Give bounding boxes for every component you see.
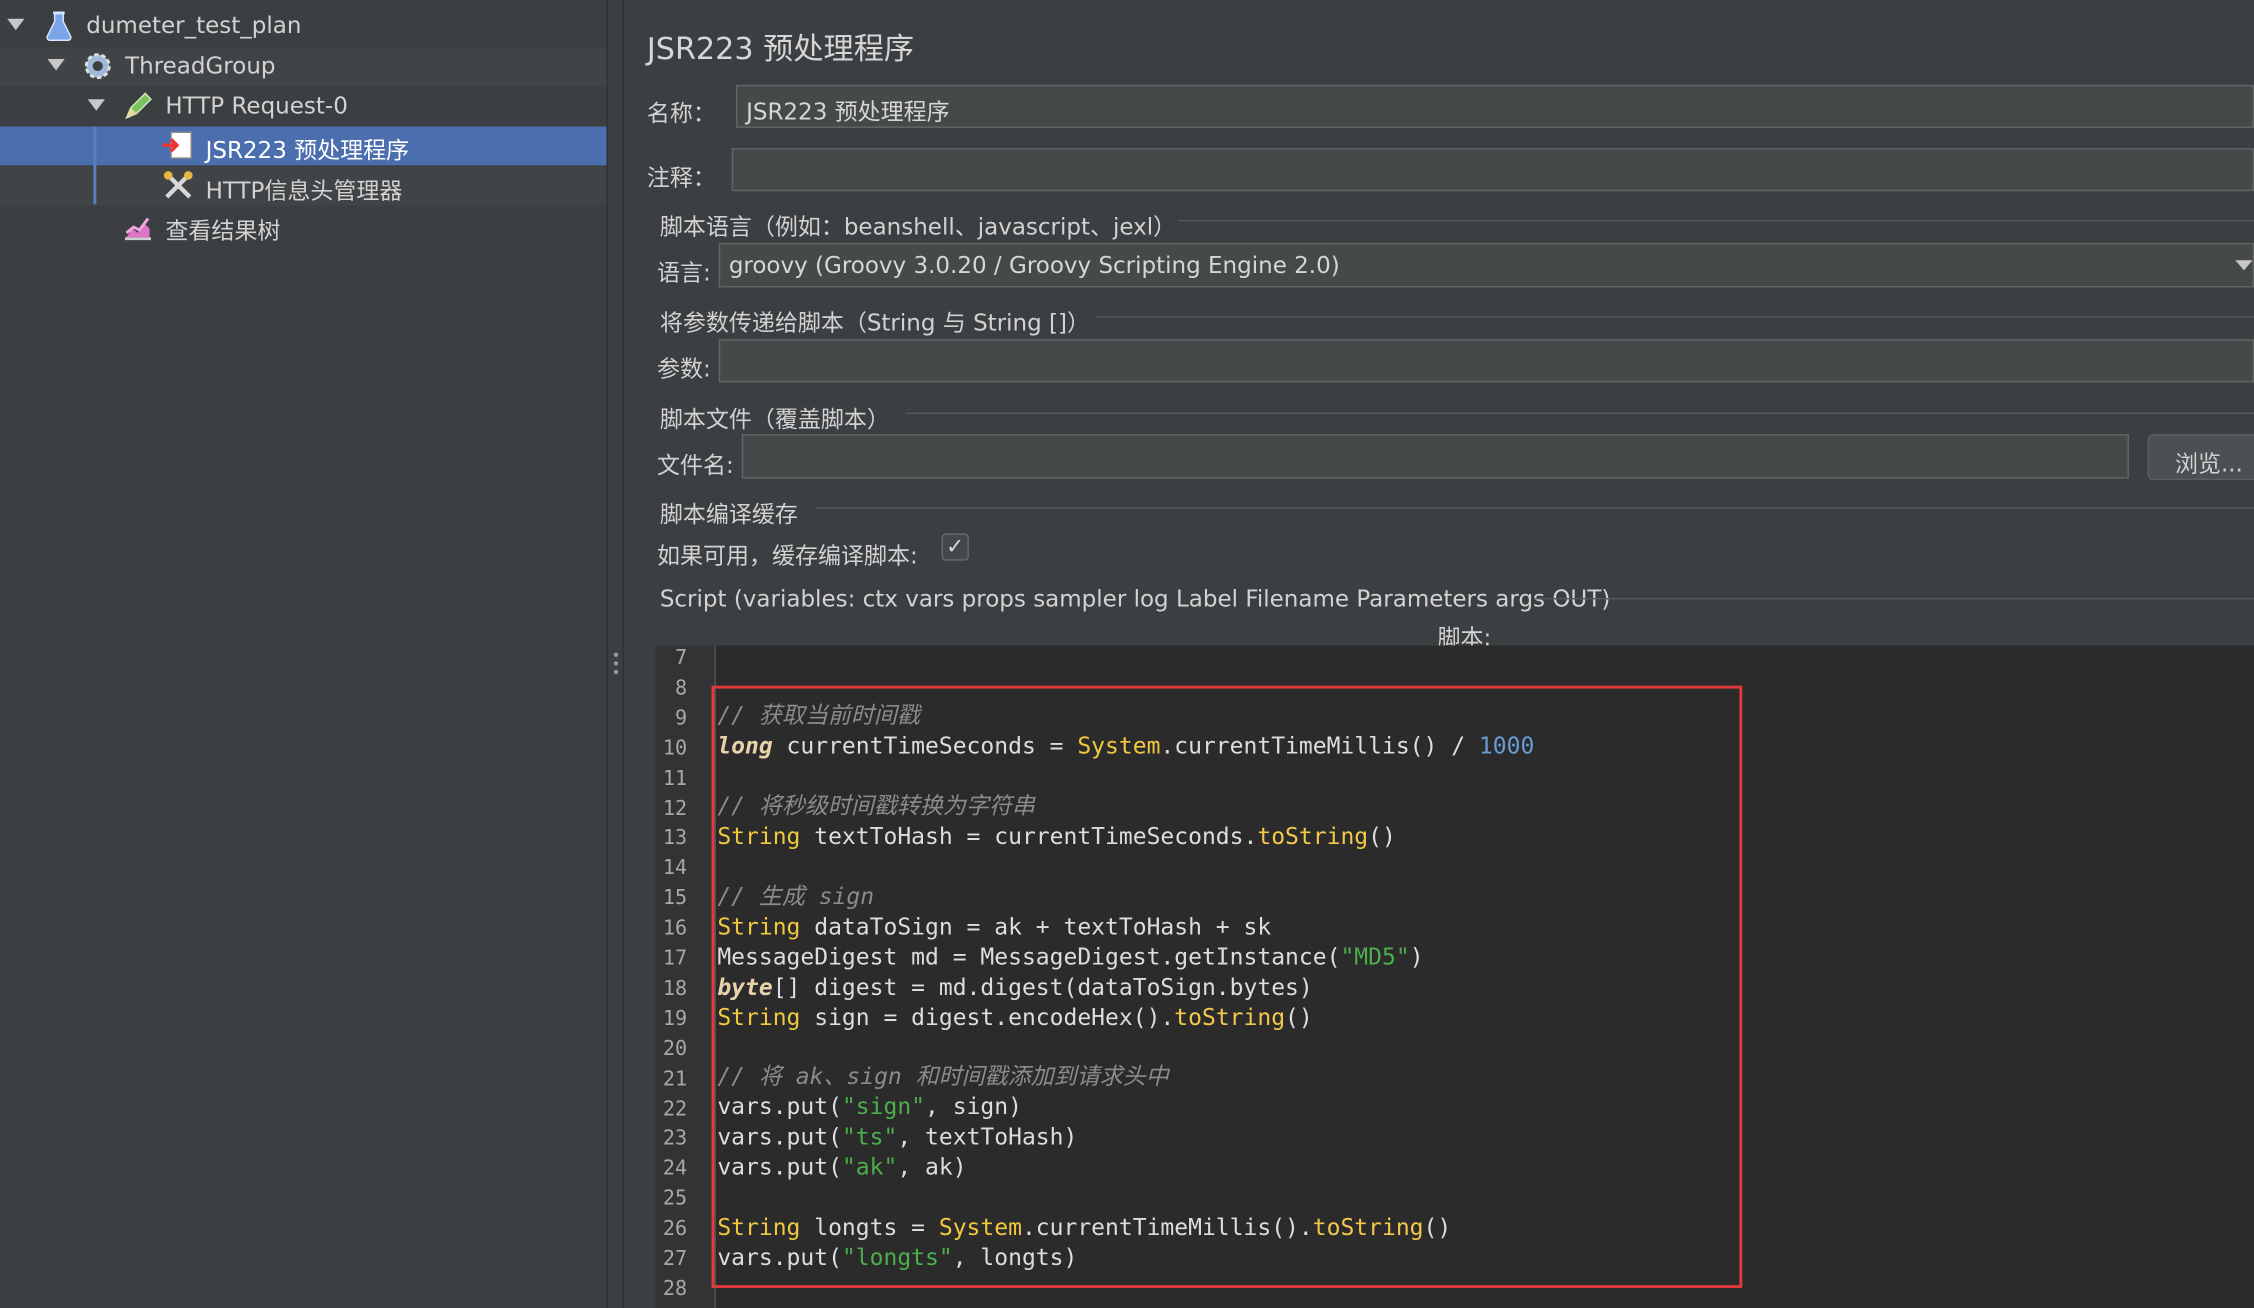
filename-label: 文件名: — [656, 451, 734, 479]
section-divider — [1535, 598, 2254, 600]
tree-guide-line — [93, 126, 97, 205]
name-label: 名称： — [646, 99, 716, 127]
collapse-arrow-icon[interactable] — [7, 18, 25, 31]
highlight-annotation-box — [711, 685, 1743, 1288]
tree-item-jsr223-preprocessor[interactable]: JSR223 预处理程序 — [0, 126, 607, 166]
tree-item-label: ThreadGroup — [125, 51, 276, 80]
line-number: 21 — [662, 1067, 688, 1091]
tree-item-label: JSR223 预处理程序 — [205, 136, 410, 164]
line-number: 15 — [662, 887, 688, 911]
language-label: 语言: — [656, 258, 711, 287]
cache-compiled-label: 如果可用，缓存编译脚本: — [656, 541, 918, 570]
line-number: 24 — [662, 1157, 688, 1181]
divider-grip-icon — [613, 661, 619, 666]
parameters-label: 参数: — [656, 355, 711, 383]
divider-grip-icon — [613, 652, 619, 657]
name-input[interactable]: JSR223 预处理程序 — [736, 84, 2254, 128]
tree-item-label: dumeter_test_plan — [86, 11, 302, 39]
section-divider — [905, 412, 2254, 414]
split-pane-divider[interactable] — [606, 0, 624, 1308]
line-number: 20 — [662, 1037, 688, 1061]
line-number: 11 — [662, 767, 688, 791]
line-number: 7 — [674, 646, 688, 670]
filename-input[interactable] — [741, 434, 2129, 479]
line-number: 10 — [662, 736, 688, 760]
tree-item-label: 查看结果树 — [165, 217, 281, 245]
section-divider — [1096, 316, 2254, 318]
parameters-input[interactable] — [718, 339, 2254, 383]
tree-item-results-tree[interactable]: 查看结果树 — [0, 207, 607, 246]
tree-item-http-request[interactable]: HTTP Request-0 — [0, 88, 607, 127]
chart-icon — [122, 210, 154, 242]
tree-item-thread-group[interactable]: ThreadGroup — [0, 47, 607, 87]
tree-item-label: HTTP Request-0 — [165, 92, 348, 120]
line-number: 17 — [662, 947, 688, 971]
line-number: 25 — [662, 1187, 688, 1211]
section-divider — [816, 507, 2254, 509]
divider-grip-icon — [613, 669, 619, 675]
tree-item-test-plan[interactable]: dumeter_test_plan — [0, 7, 607, 46]
line-number: 19 — [662, 1007, 688, 1031]
section-divider — [1178, 219, 2254, 222]
pencil-icon — [122, 91, 154, 123]
tree-item-header-manager[interactable]: HTTP信息头管理器 — [0, 166, 607, 206]
line-number: 26 — [662, 1217, 688, 1241]
line-number: 14 — [662, 857, 688, 881]
comment-input[interactable] — [731, 148, 2254, 192]
script-file-section-title: 脚本文件（覆盖脚本） — [659, 405, 890, 433]
line-number: 23 — [662, 1127, 688, 1151]
collapse-arrow-icon[interactable] — [47, 58, 65, 71]
line-number: 12 — [662, 797, 688, 821]
panel-title: JSR223 预处理程序 — [646, 31, 915, 67]
script-section-title: Script (variables: ctx vars props sample… — [659, 585, 1611, 613]
line-number: 16 — [662, 917, 688, 941]
script-icon — [162, 129, 194, 161]
parameters-section-title: 将参数传递给脚本（String 与 String []） — [659, 309, 1090, 337]
language-select[interactable]: groovy (Groovy 3.0.20 / Groovy Scripting… — [718, 242, 2254, 288]
tree-item-label: HTTP信息头管理器 — [205, 176, 403, 205]
language-select-value: groovy (Groovy 3.0.20 / Groovy Scripting… — [728, 251, 1340, 279]
cache-compiled-checkbox[interactable]: ✓ — [941, 533, 969, 561]
compilation-cache-section-title: 脚本编译缓存 — [659, 500, 798, 528]
line-number: 27 — [662, 1247, 688, 1271]
script-language-section-title: 脚本语言（例如：beanshell、javascript、jexl） — [659, 212, 1177, 241]
comment-label: 注释： — [646, 163, 716, 192]
collapse-arrow-icon[interactable] — [87, 99, 105, 111]
gear-icon — [82, 50, 114, 82]
line-number: 13 — [662, 827, 688, 851]
line-number: 22 — [662, 1097, 688, 1121]
flask-icon — [43, 10, 75, 42]
line-number: 28 — [662, 1277, 688, 1301]
test-plan-tree: dumeter_test_plan ThreadGroup HTTP Reque… — [0, 0, 607, 1308]
checkmark-icon: ✓ — [946, 533, 965, 560]
dropdown-arrow-icon[interactable] — [2235, 260, 2253, 271]
tools-icon — [162, 170, 194, 202]
line-number: 8 — [674, 676, 688, 700]
line-number: 18 — [662, 977, 688, 1001]
line-number: 9 — [674, 706, 688, 730]
browse-button[interactable]: 浏览... — [2147, 434, 2254, 481]
